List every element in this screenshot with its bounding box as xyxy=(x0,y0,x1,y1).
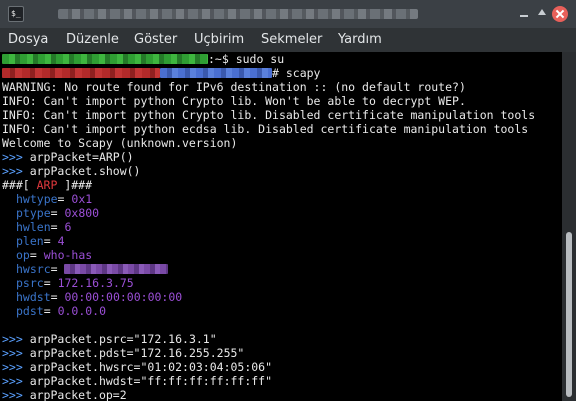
terminal-output[interactable]: :~$ sudo su # scapy WARNING: No route fo… xyxy=(0,52,562,401)
minimize-icon[interactable] xyxy=(516,6,532,22)
menu-goster[interactable]: Göster xyxy=(134,32,177,48)
packet-field: hwtype= 0x1 xyxy=(2,192,92,206)
warning-line: WARNING: No route found for IPv6 destina… xyxy=(2,80,466,94)
packet-field: op= who-has xyxy=(2,248,92,262)
info-line: INFO: Can't import python Crypto lib. Di… xyxy=(2,108,536,122)
shell-command-sudo: :~$ sudo su xyxy=(208,52,285,66)
field-name: op xyxy=(16,248,30,262)
command-text: arpPacket.hwdst="ff:ff:ff:ff:ff:ff" xyxy=(29,374,273,388)
packet-field: hwsrc= xyxy=(2,262,169,276)
command-text: arpPacket=ARP() xyxy=(29,150,134,164)
field-value: 6 xyxy=(64,220,72,234)
redacted-root-host xyxy=(2,68,160,78)
menu-ucbirim[interactable]: Uçbirim xyxy=(194,32,244,48)
field-eq: = xyxy=(43,304,58,318)
shell-line-sudo: :~$ sudo su xyxy=(2,52,284,66)
field-value: 0.0.0.0 xyxy=(57,304,107,318)
scroll-thumb[interactable] xyxy=(566,232,572,397)
title-bar[interactable]: $_ xyxy=(0,0,576,28)
field-name: hwsrc xyxy=(16,262,51,276)
redacted-user-host xyxy=(2,54,208,64)
field-name: psrc xyxy=(16,276,44,290)
command-line: >>> arpPacket.psrc="172.16.3.1" xyxy=(2,332,217,346)
command-line: >>> arpPacket=ARP() xyxy=(2,150,134,164)
field-name: plen xyxy=(16,234,44,248)
redacted-mac-address xyxy=(64,264,169,274)
info-line: INFO: Can't import python Crypto lib. Wo… xyxy=(2,94,466,108)
menu-sekmeler[interactable]: Sekmeler xyxy=(261,32,322,48)
python-prompt: >>> xyxy=(2,388,30,401)
python-prompt: >>> xyxy=(2,346,30,360)
command-line: >>> arpPacket.op=2 xyxy=(2,388,127,401)
command-line: >>> arpPacket.show() xyxy=(2,164,140,178)
command-text: arpPacket.psrc="172.16.3.1" xyxy=(29,332,217,346)
python-prompt: >>> xyxy=(2,332,30,346)
window-title-blurred xyxy=(58,9,418,19)
field-name: hwlen xyxy=(16,220,51,234)
command-line: >>> arpPacket.hwsrc="01:02:03:04:05:06" xyxy=(2,360,272,374)
field-eq: = xyxy=(50,262,65,276)
field-name: hwdst xyxy=(16,290,51,304)
field-eq: = xyxy=(50,220,65,234)
packet-field: psrc= 172.16.3.75 xyxy=(2,276,134,290)
field-value: 0x1 xyxy=(71,192,93,206)
python-prompt: >>> xyxy=(2,164,30,178)
welcome-line: Welcome to Scapy (unknown.version) xyxy=(2,136,238,150)
command-line: >>> arpPacket.hwdst="ff:ff:ff:ff:ff:ff" xyxy=(2,374,272,388)
field-value: who-has xyxy=(43,248,93,262)
command-line: >>> arpPacket.pdst="172.16.255.255" xyxy=(2,346,244,360)
terminal-icon: $_ xyxy=(8,6,24,22)
header-right: ]### xyxy=(57,178,93,192)
field-eq: = xyxy=(57,192,72,206)
shell-command-scapy: # scapy xyxy=(272,66,321,80)
field-value: 00:00:00:00:00:00 xyxy=(64,290,183,304)
terminal-window: $_ Dosya Düzenle Göster Uçbirim Sekmeler… xyxy=(0,0,576,401)
menu-duzenle[interactable]: Düzenle xyxy=(66,32,119,48)
info-line: INFO: Can't import python ecdsa lib. Dis… xyxy=(2,122,529,136)
field-eq: = xyxy=(50,290,65,304)
field-value: 4 xyxy=(57,234,65,248)
layer-name: ARP xyxy=(36,178,58,192)
terminal-icon-glyph: $_ xyxy=(11,9,21,18)
command-text: arpPacket.show() xyxy=(29,164,141,178)
maximize-icon[interactable] xyxy=(534,6,550,22)
command-text: arpPacket.pdst="172.16.255.255" xyxy=(29,346,245,360)
packet-field: pdst= 0.0.0.0 xyxy=(2,304,106,318)
python-prompt: >>> xyxy=(2,360,30,374)
header-left: ###[ xyxy=(2,178,37,192)
menu-dosya[interactable]: Dosya xyxy=(8,32,48,48)
field-eq: = xyxy=(50,206,65,220)
redacted-path xyxy=(160,68,272,78)
field-value: 172.16.3.75 xyxy=(57,276,134,290)
packet-field: plen= 4 xyxy=(2,234,65,248)
field-eq: = xyxy=(29,248,44,262)
menu-yardim[interactable]: Yardım xyxy=(338,32,382,48)
python-prompt: >>> xyxy=(2,150,30,164)
shell-line-scapy: # scapy xyxy=(2,66,320,80)
menu-bar: Dosya Düzenle Göster Uçbirim Sekmeler Ya… xyxy=(0,28,576,52)
field-value: 0x800 xyxy=(64,206,100,220)
packet-field: ptype= 0x800 xyxy=(2,206,99,220)
field-name: pdst xyxy=(16,304,44,318)
packet-field: hwlen= 6 xyxy=(2,220,71,234)
vertical-scrollbar[interactable] xyxy=(562,52,576,401)
command-text: arpPacket.hwsrc="01:02:03:04:05:06" xyxy=(29,360,273,374)
command-text: arpPacket.op=2 xyxy=(29,388,127,401)
packet-field: hwdst= 00:00:00:00:00:00 xyxy=(2,290,182,304)
field-eq: = xyxy=(43,276,58,290)
field-eq: = xyxy=(43,234,58,248)
python-prompt: >>> xyxy=(2,374,30,388)
field-name: ptype xyxy=(16,206,51,220)
close-icon[interactable] xyxy=(552,6,568,22)
packet-header: ###[ ARP ]### xyxy=(2,178,92,192)
field-name: hwtype xyxy=(16,192,58,206)
